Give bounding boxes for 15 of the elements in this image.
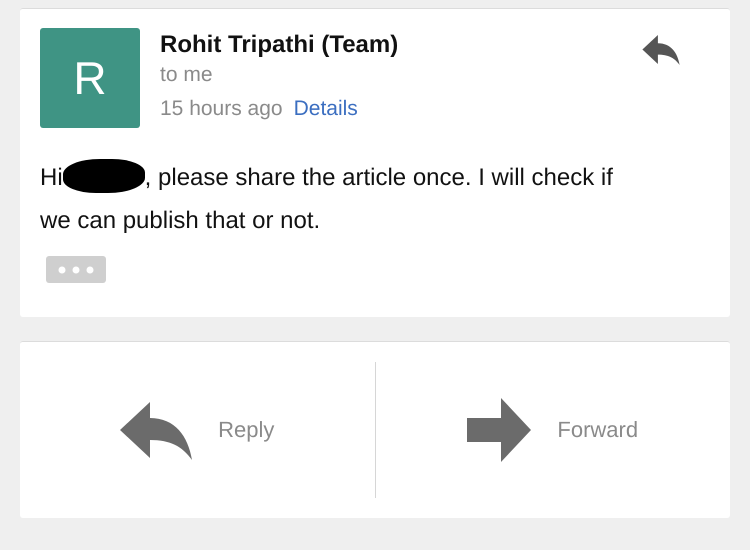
forward-button[interactable]: Forward xyxy=(376,342,730,518)
reply-arrow-icon xyxy=(120,400,192,460)
sender-avatar: R xyxy=(40,28,140,128)
details-link[interactable]: Details xyxy=(294,94,358,124)
message-time: 15 hours ago xyxy=(160,96,283,122)
recipient-text: to me xyxy=(160,62,214,88)
dots-icon xyxy=(58,266,94,274)
reply-button[interactable]: Reply xyxy=(20,342,374,518)
reply-button[interactable] xyxy=(642,34,680,65)
sender-name: Rohit Tripathi (Team) xyxy=(160,30,400,60)
message-text: , please share the article once. I will check if xyxy=(144,164,613,191)
forward-arrow-icon xyxy=(467,398,532,462)
reply-arrow-icon xyxy=(642,34,680,65)
message-text: we can publish that or not. xyxy=(40,206,320,236)
greeting-text: Hi xyxy=(40,164,63,191)
